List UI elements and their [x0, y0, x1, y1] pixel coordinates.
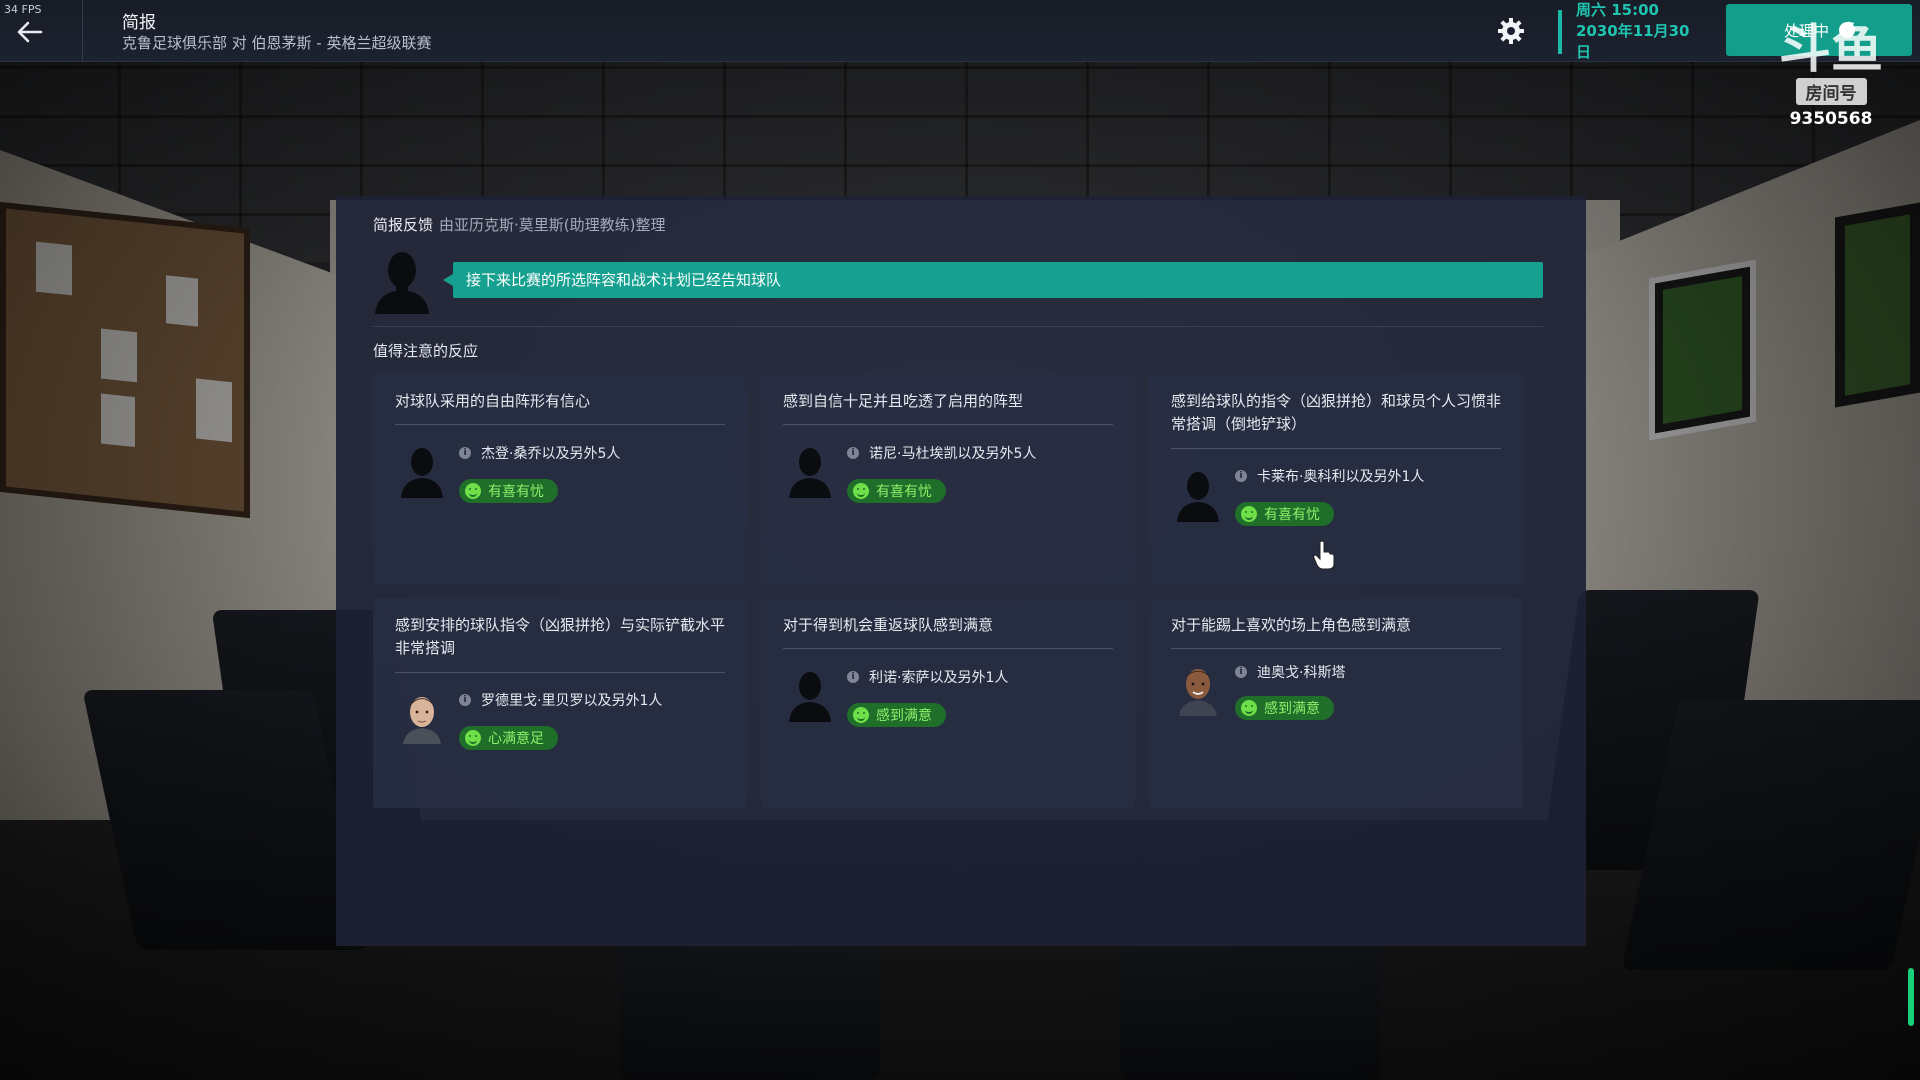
side-indicator [1908, 968, 1914, 1026]
feedback-title: 简报反馈 [373, 216, 434, 234]
section-title: 值得注意的反应 [373, 342, 479, 360]
morale-badge: 有喜有忧 [847, 479, 946, 503]
reaction-card[interactable]: 对于能踢上喜欢的场上角色感到满意 i 迪奥戈·科斯塔 感到满意 [1149, 598, 1523, 808]
reaction-title: 对于得到机会重返球队感到满意 [783, 616, 994, 634]
morale-badge: 有喜有忧 [459, 479, 558, 503]
date-time: 周六 15:00 [1576, 1, 1659, 19]
morale-label: 有喜有忧 [488, 484, 544, 500]
watermark-room-number: 9350568 [1789, 109, 1873, 129]
morale-label: 心满意足 [488, 731, 544, 747]
player-face-icon [1179, 669, 1217, 716]
reaction-card[interactable]: 对于得到机会重返球队感到满意 i 利诺·索萨以及另外1人 感到满意 [761, 598, 1135, 808]
reaction-title: 对于能踢上喜欢的场上角色感到满意 [1171, 616, 1412, 634]
reaction-card[interactable]: 感到安排的球队指令（凶狠拼抢）与实际铲截水平非常搭调 i 罗德里戈·里贝罗以及另… [373, 598, 747, 808]
info-icon: i [1235, 470, 1247, 482]
hand-pointer-icon [1313, 540, 1335, 570]
morale-badge: 心满意足 [459, 726, 558, 750]
player-silhouette-icon [789, 672, 831, 722]
player-name: 利诺·索萨以及另外1人 [869, 670, 1009, 686]
morale-label: 感到满意 [1264, 701, 1320, 717]
reaction-title: 感到给球队的指令（凶狠拼抢）和球员个人习惯非常搭调（倒地铲球） [1171, 392, 1502, 433]
player-name-row[interactable]: i 罗德里戈·里贝罗以及另外1人 [459, 690, 662, 710]
settings-button[interactable] [1496, 16, 1526, 46]
morale-badge: 感到满意 [1235, 696, 1334, 720]
player-name-row[interactable]: i 诺尼·马杜埃凯以及另外5人 [847, 443, 1036, 463]
info-icon: i [1235, 666, 1247, 678]
smile-icon [1241, 700, 1257, 716]
arrow-left-icon [17, 21, 43, 43]
watermark-logo: 斗鱼 [1778, 20, 1883, 80]
player-face-icon [403, 697, 441, 744]
feedback-panel: 简报反馈 由亚历克斯·莫里斯(助理教练)整理 接下来比赛的所选阵容和战术计划已经告… [336, 196, 1586, 946]
reaction-title: 感到自信十足并且吃透了启用的阵型 [783, 392, 1024, 410]
smile-icon [465, 483, 481, 499]
gear-icon [1498, 18, 1524, 44]
top-bar: 34 FPS 简报 克鲁足球俱乐部 对 伯恩茅斯 - 英格兰超级联赛 周六 15 [0, 0, 1920, 62]
morale-label: 感到满意 [876, 708, 932, 724]
morale-label: 有喜有忧 [1264, 507, 1320, 523]
player-silhouette-icon [789, 448, 831, 498]
smile-icon [1241, 506, 1257, 522]
player-name: 罗德里戈·里贝罗以及另外1人 [481, 693, 663, 709]
info-icon: i [459, 447, 471, 459]
player-name-row[interactable]: i 迪奥戈·科斯塔 [1235, 662, 1345, 682]
back-button[interactable] [8, 12, 52, 52]
morale-badge: 感到满意 [847, 703, 946, 727]
info-icon: i [847, 447, 859, 459]
match-subtitle: 克鲁足球俱乐部 对 伯恩茅斯 - 英格兰超级联赛 [122, 34, 432, 52]
morale-label: 有喜有忧 [876, 484, 932, 500]
player-name: 卡莱布·奥科利以及另外1人 [1257, 469, 1425, 485]
feedback-author: 由亚历克斯·莫里斯(助理教练)整理 [439, 216, 666, 234]
player-name: 诺尼·马杜埃凯以及另外5人 [869, 446, 1037, 462]
date-day: 2030年11月30 [1576, 22, 1690, 40]
player-name-row[interactable]: i 利诺·索萨以及另外1人 [847, 667, 1008, 687]
smile-icon [853, 483, 869, 499]
date-accent-bar [1558, 10, 1562, 54]
info-icon: i [847, 671, 859, 683]
info-icon: i [459, 694, 471, 706]
smile-icon [465, 730, 481, 746]
player-name: 迪奥戈·科斯塔 [1257, 665, 1346, 681]
date-day-suffix: 日 [1576, 43, 1592, 61]
page-title: 简报 [122, 13, 156, 33]
feedback-message: 接下来比赛的所选阵容和战术计划已经告知球队 [443, 262, 1543, 298]
player-name-row[interactable]: i 杰登·桑乔以及另外5人 [459, 443, 620, 463]
player-name: 杰登·桑乔以及另外5人 [481, 446, 621, 462]
player-name-row[interactable]: i 卡莱布·奥科利以及另外1人 [1235, 466, 1424, 486]
game-date: 周六 15:00 2030年11月30 日 [1576, 0, 1690, 63]
reaction-card[interactable]: 感到自信十足并且吃透了启用的阵型 i 诺尼·马杜埃凯以及另外5人 有喜有忧 [761, 374, 1135, 584]
reaction-card[interactable]: 对球队采用的自由阵形有信心 i 杰登·桑乔以及另外5人 有喜有忧 [373, 374, 747, 584]
reaction-title: 感到安排的球队指令（凶狠拼抢）与实际铲截水平非常搭调 [395, 616, 726, 657]
smile-icon [853, 707, 869, 723]
reaction-card[interactable]: 感到给球队的指令（凶狠拼抢）和球员个人习惯非常搭调（倒地铲球） i 卡莱布·奥科… [1149, 374, 1523, 584]
morale-badge: 有喜有忧 [1235, 502, 1334, 526]
watermark-label: 房间号 [1795, 78, 1867, 105]
player-silhouette-icon [1177, 472, 1219, 522]
coach-silhouette-icon [375, 252, 429, 314]
stream-watermark: 斗鱼 房间号 9350568 [1776, 22, 1886, 129]
feedback-header: 简报反馈 由亚历克斯·莫里斯(助理教练)整理 [373, 214, 666, 235]
reaction-title: 对球队采用的自由阵形有信心 [395, 392, 591, 410]
player-silhouette-icon [401, 448, 443, 498]
